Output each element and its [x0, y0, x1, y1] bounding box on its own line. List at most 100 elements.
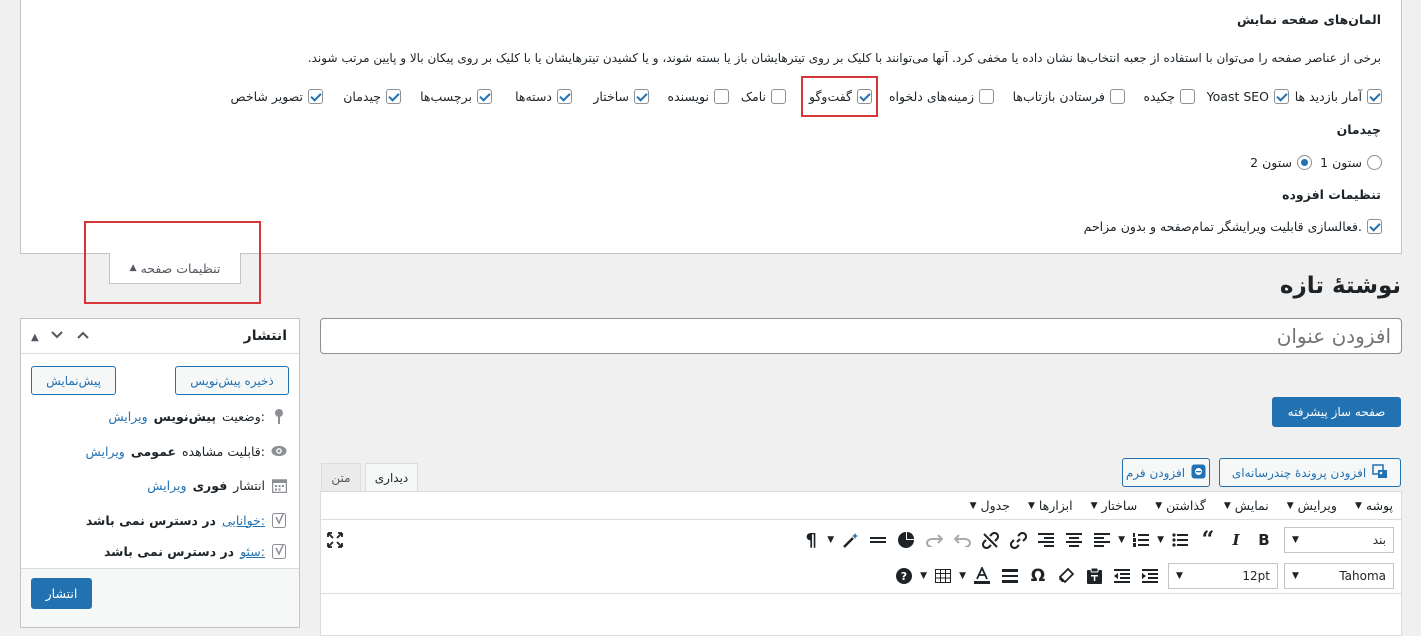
triangle-up-icon[interactable]: ▲	[31, 332, 39, 343]
checkbox-box[interactable]	[1367, 89, 1382, 104]
publish-time-label: انتشار	[233, 477, 265, 493]
checkbox-box[interactable]	[714, 89, 729, 104]
bold-icon[interactable]: B	[1250, 526, 1278, 554]
checkbox-featured-image[interactable]: تصویر شاخص	[231, 89, 323, 104]
caret-down-icon[interactable]: ▼	[959, 571, 966, 581]
chevron-up-icon[interactable]	[75, 327, 91, 347]
italic-icon[interactable]: I	[1222, 526, 1250, 554]
magic-wand-icon[interactable]	[836, 526, 864, 554]
status-edit-link[interactable]: ویرایش	[108, 409, 147, 424]
checkbox-box[interactable]	[1274, 89, 1289, 104]
checkbox-box[interactable]	[771, 89, 786, 104]
eraser-icon[interactable]	[1052, 562, 1080, 590]
checkbox-box[interactable]	[1367, 219, 1382, 234]
tab-visual[interactable]: دیداری	[365, 463, 418, 492]
seo-link[interactable]: سئو:	[240, 544, 265, 559]
menu-view[interactable]: نمایش ▼	[1224, 498, 1269, 513]
font-family-select[interactable]: Tahoma ▼	[1284, 562, 1394, 589]
readability-link[interactable]: خوانایی:	[222, 513, 265, 528]
menu-edit[interactable]: ویرایش ▼	[1287, 498, 1337, 513]
checkbox-yoast-seo[interactable]: Yoast SEO	[1207, 89, 1289, 104]
menu-label: پوشه	[1365, 498, 1393, 513]
checkbox-box[interactable]	[857, 89, 872, 104]
checkbox-box[interactable]	[557, 89, 572, 104]
menu-label: ویرایش	[1297, 498, 1337, 513]
pie-chart-icon[interactable]	[892, 526, 920, 554]
caret-down-icon[interactable]: ▼	[827, 535, 834, 545]
status-value: پیش‌نویس	[153, 408, 217, 424]
checkbox-slug[interactable]: نامک	[741, 89, 786, 104]
title-input[interactable]	[320, 318, 1402, 354]
paste-text-icon[interactable]	[1080, 562, 1108, 590]
checkbox-excerpt[interactable]: چکیده	[1143, 89, 1195, 104]
checkbox-box[interactable]	[979, 89, 994, 104]
visibility-edit-link[interactable]: ویرایش	[86, 444, 125, 459]
unlink-icon[interactable]	[976, 526, 1004, 554]
checkbox-box[interactable]	[1180, 89, 1195, 104]
chevron-down-icon[interactable]	[49, 327, 65, 347]
indent-icon[interactable]	[1136, 562, 1164, 590]
checkbox-author[interactable]: نویسنده	[668, 89, 729, 104]
caret-down-icon[interactable]: ▼	[1157, 535, 1164, 545]
checkbox-custom-fields[interactable]: زمینه‌های دلخواه	[889, 89, 994, 104]
checkbox-distraction-free[interactable]: فعالسازی قابلیت ویرایشگر تمام‌صفحه و بدو…	[1084, 219, 1382, 234]
paragraph-direction-icon[interactable]: ¶	[797, 526, 825, 554]
menu-tools[interactable]: ابزارها ▼	[1028, 498, 1073, 513]
checkbox-trackbacks[interactable]: فرستادن بازتاب‌ها	[1013, 89, 1125, 104]
undo-icon[interactable]	[948, 526, 976, 554]
publish-time-edit-link[interactable]: ویرایش	[147, 478, 186, 493]
blockquote-icon[interactable]: “	[1194, 526, 1222, 554]
checkbox-label: چیدمان	[343, 89, 381, 104]
font-size-select[interactable]: 12pt ▼	[1168, 562, 1278, 589]
redo-icon[interactable]	[920, 526, 948, 554]
checkbox-box[interactable]	[634, 89, 649, 104]
format-select[interactable]: بند ▼	[1284, 527, 1394, 553]
radio-button[interactable]	[1367, 155, 1382, 170]
checkbox-discussion[interactable]: گفت‌وگو	[809, 89, 872, 104]
link-icon[interactable]	[1004, 526, 1032, 554]
bullet-list-icon[interactable]	[1166, 526, 1194, 554]
publish-button[interactable]: انتشار	[31, 578, 92, 609]
special-character-icon[interactable]: Ω	[1024, 562, 1052, 590]
menu-table[interactable]: جدول ▼	[970, 498, 1010, 513]
page-builder-button[interactable]: صفحه ساز پیشرفته	[1272, 397, 1401, 427]
calendar-icon	[271, 477, 287, 493]
tab-text[interactable]: متن	[321, 463, 361, 492]
align-left-icon[interactable]	[1088, 526, 1116, 554]
horizontal-rule-icon[interactable]	[996, 562, 1024, 590]
radio-button[interactable]	[1297, 155, 1312, 170]
checkbox-tags[interactable]: برچسب‌ها	[420, 89, 492, 104]
checkbox-box[interactable]	[1110, 89, 1125, 104]
text-color-icon[interactable]	[968, 562, 996, 590]
checkbox-box[interactable]	[386, 89, 401, 104]
numbered-list-icon[interactable]	[1127, 526, 1155, 554]
align-center-icon[interactable]	[1060, 526, 1088, 554]
checkbox-format[interactable]: ساختار	[593, 89, 649, 104]
radio-two-columns[interactable]: 2 ستون	[1250, 155, 1312, 170]
menu-insert[interactable]: گذاشتن ▼	[1155, 498, 1206, 513]
table-icon[interactable]	[929, 562, 957, 590]
checkbox-stats[interactable]: آمار بازدید ها	[1295, 89, 1382, 104]
caret-down-icon[interactable]: ▼	[1118, 535, 1125, 545]
help-icon[interactable]: ?	[890, 562, 918, 590]
checkbox-label: گفت‌وگو	[809, 89, 852, 104]
menu-label: ابزارها	[1038, 498, 1073, 513]
menu-file[interactable]: پوشه ▼	[1355, 498, 1393, 513]
checkbox-box[interactable]	[308, 89, 323, 104]
save-draft-button[interactable]: ذخیره پیش‌نویس	[175, 366, 289, 395]
outdent-icon[interactable]	[1108, 562, 1136, 590]
checkbox-box[interactable]	[477, 89, 492, 104]
font-size-value: 12pt	[1242, 568, 1270, 583]
align-right-icon[interactable]	[1032, 526, 1060, 554]
fullscreen-icon[interactable]	[321, 526, 349, 554]
add-media-button[interactable]: افزودن پروندهٔ چندرسانه‌ای	[1219, 458, 1401, 487]
checkbox-categories[interactable]: دسته‌ها	[515, 89, 572, 104]
add-form-button[interactable]: افزودن فرم	[1122, 458, 1210, 487]
radio-one-column[interactable]: 1 ستون	[1320, 155, 1382, 170]
menu-format[interactable]: ساختار ▼	[1091, 498, 1138, 513]
preview-button[interactable]: پیش‌نمایش	[31, 366, 116, 395]
caret-down-icon[interactable]: ▼	[920, 571, 927, 581]
editor-menubar: پوشه ▼ ویرایش ▼ نمایش ▼ گذاشتن ▼ ساختار ▼ ابز…	[321, 492, 1401, 520]
horizontal-line-icon[interactable]	[864, 526, 892, 554]
checkbox-layout[interactable]: چیدمان	[343, 89, 401, 104]
